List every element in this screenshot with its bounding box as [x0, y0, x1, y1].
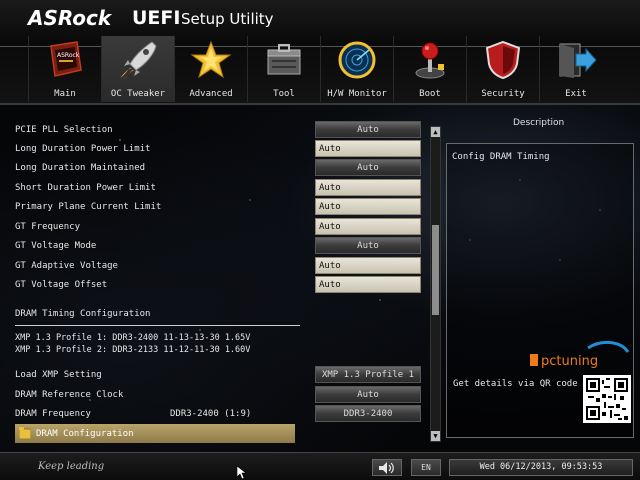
rocket-icon: [116, 40, 160, 80]
date-time-display: Wed 06/12/2013, 09:53:53: [449, 459, 633, 476]
setting-label: PCIE PLL Selection: [15, 125, 113, 135]
setting-row[interactable]: GT Voltage Mode Auto: [0, 236, 425, 255]
setting-row[interactable]: GT Adaptive Voltage Auto: [0, 256, 425, 275]
setting-dropdown[interactable]: Auto: [315, 121, 421, 138]
setting-label: GT Voltage Offset: [15, 280, 108, 290]
dram-ref-clock-label: DRAM Reference Clock: [15, 390, 124, 400]
radar-icon: [335, 40, 379, 80]
setting-label: GT Frequency: [15, 222, 81, 232]
tab-main[interactable]: ASRock Main: [28, 36, 101, 102]
setting-row[interactable]: PCIE PLL Selection Auto: [0, 120, 425, 139]
speaker-icon: [379, 461, 394, 474]
load-xmp-dropdown[interactable]: XMP 1.3 Profile 1: [315, 366, 421, 383]
setting-label: Short Duration Power Limit: [15, 183, 156, 193]
xmp-profile-2: XMP 1.3 Profile 2: DDR3-2133 11-12-11-30…: [15, 345, 251, 355]
qr-code-caption: Get details via QR code: [453, 379, 578, 389]
pctuning-watermark-icon: pctuning: [530, 341, 630, 369]
load-xmp-row[interactable]: Load XMP Setting XMP 1.3 Profile 1: [0, 365, 425, 384]
toolbox-icon: [262, 40, 306, 80]
dram-section-title: DRAM Timing Configuration: [15, 309, 151, 319]
dram-frequency-dropdown[interactable]: DDR3-2400: [315, 405, 421, 422]
dram-ref-clock-row[interactable]: DRAM Reference Clock Auto: [0, 385, 425, 404]
description-panel: Config DRAM Timing Get details via QR co…: [446, 143, 634, 438]
setting-label: Long Duration Maintained: [15, 163, 146, 173]
pctuning-watermark-text: pctuning: [541, 354, 598, 369]
settings-list: PCIE PLL Selection Auto Long Duration Po…: [0, 120, 430, 445]
tab-advanced-label: Advanced: [189, 89, 233, 99]
qr-code-icon: [586, 378, 628, 420]
setting-label: GT Voltage Mode: [15, 241, 97, 251]
tab-boot-label: Boot: [419, 89, 441, 99]
setting-input[interactable]: Auto: [315, 179, 421, 196]
main-icon: ASRock: [43, 40, 87, 80]
setting-label: Primary Plane Current Limit: [15, 202, 162, 212]
scroll-up-icon[interactable]: ▲: [431, 127, 440, 137]
tab-advanced[interactable]: Advanced: [174, 36, 247, 102]
tab-boot[interactable]: Boot: [393, 36, 466, 102]
exit-icon: [554, 40, 598, 80]
dram-ref-clock-dropdown[interactable]: Auto: [315, 386, 421, 403]
brand-logo: ASRock: [28, 6, 112, 30]
tab-tool[interactable]: Tool: [247, 36, 320, 102]
language-button[interactable]: EN: [411, 459, 441, 476]
tab-hw-monitor-label: H/W Monitor: [327, 89, 387, 99]
tab-main-label: Main: [54, 89, 76, 99]
setting-row[interactable]: GT Voltage Offset Auto: [0, 275, 425, 294]
tab-security[interactable]: Security: [466, 36, 539, 102]
setting-input[interactable]: Auto: [315, 218, 421, 235]
tab-tool-label: Tool: [273, 89, 295, 99]
setting-input[interactable]: Auto: [315, 276, 421, 293]
description-text: Config DRAM Timing: [452, 152, 550, 162]
folder-icon: [19, 427, 31, 439]
setting-label: Long Duration Power Limit: [15, 144, 151, 154]
dram-configuration-label: DRAM Configuration: [36, 429, 134, 439]
settings-scrollbar[interactable]: ▲ ▼: [430, 126, 441, 442]
setting-input[interactable]: Auto: [315, 198, 421, 215]
load-xmp-label: Load XMP Setting: [15, 370, 102, 380]
setting-row[interactable]: Long Duration Maintained Auto: [0, 158, 425, 177]
svg-text:ASRock: ASRock: [57, 52, 80, 59]
setting-label: GT Adaptive Voltage: [15, 261, 118, 271]
scroll-thumb[interactable]: [432, 225, 439, 315]
description-title: Description: [513, 118, 565, 128]
xmp-profile-1: XMP 1.3 Profile 1: DDR3-2400 11-13-13-30…: [15, 333, 251, 343]
setting-input[interactable]: Auto: [315, 257, 421, 274]
dram-frequency-row[interactable]: DRAM Frequency DDR3-2400 (1:9) DDR3-2400: [0, 404, 425, 423]
dram-configuration-item[interactable]: DRAM Configuration: [0, 424, 425, 443]
tab-security-label: Security: [481, 89, 525, 99]
qr-code-image[interactable]: [583, 375, 631, 423]
joystick-icon: [408, 40, 452, 80]
setting-dropdown[interactable]: Auto: [315, 237, 421, 254]
tab-exit[interactable]: Exit: [539, 36, 612, 102]
tab-oc-tweaker[interactable]: OC Tweaker: [101, 36, 174, 102]
tab-exit-label: Exit: [565, 89, 587, 99]
shield-icon: [481, 40, 525, 80]
uefi-title: UEFI: [132, 7, 181, 29]
tab-hw-monitor[interactable]: H/W Monitor: [320, 36, 393, 102]
dram-frequency-label: DRAM Frequency: [15, 409, 91, 419]
setup-utility-title: Setup Utility: [181, 10, 274, 28]
scroll-down-icon[interactable]: ▼: [431, 431, 440, 441]
header: ASRock UEFI Setup Utility ASRock Main OC…: [0, 0, 640, 105]
setting-row[interactable]: Long Duration Power Limit Auto: [0, 139, 425, 158]
slogan-text: Keep leading: [38, 461, 105, 472]
bottom-bar: Keep leading EN Wed 06/12/2013, 09:53:53: [0, 452, 640, 480]
section-divider: [15, 325, 300, 326]
setting-dropdown[interactable]: Auto: [315, 159, 421, 176]
dram-frequency-current: DDR3-2400 (1:9): [170, 409, 252, 419]
setting-row[interactable]: Short Duration Power Limit Auto: [0, 178, 425, 197]
setting-row[interactable]: Primary Plane Current Limit Auto: [0, 197, 425, 216]
star-icon: [189, 40, 233, 80]
volume-button[interactable]: [372, 459, 402, 476]
mouse-cursor-icon: [237, 466, 246, 479]
setting-row[interactable]: GT Frequency Auto: [0, 217, 425, 236]
header-bottom-line: [0, 103, 640, 105]
main-tabs: ASRock Main OC Tweaker Advanced Tool H/W…: [28, 36, 612, 102]
tab-oc-tweaker-label: OC Tweaker: [110, 89, 166, 99]
setting-input[interactable]: Auto: [315, 140, 421, 157]
